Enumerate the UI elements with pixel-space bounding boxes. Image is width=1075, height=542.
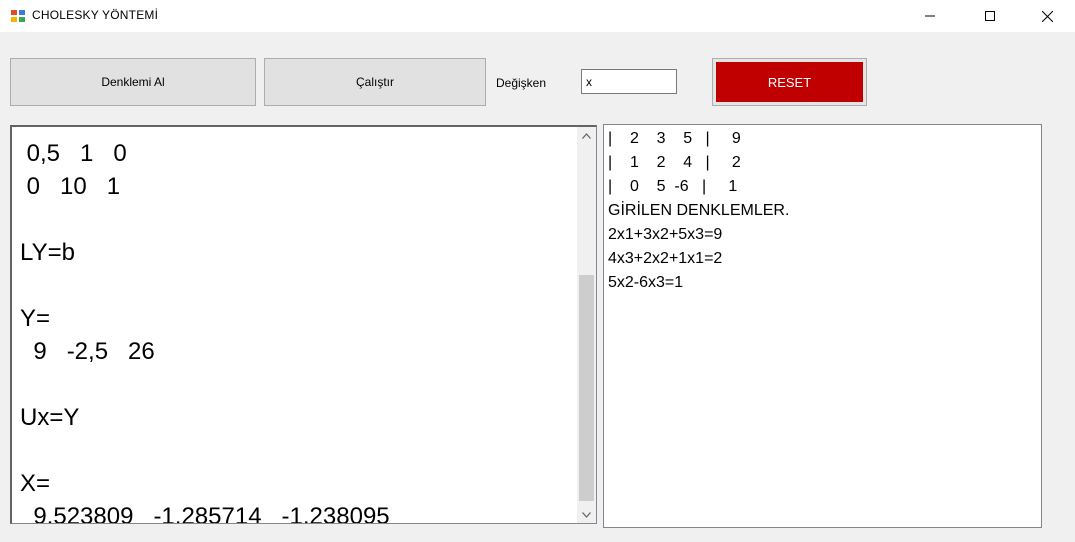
maximize-button[interactable] [967,0,1013,32]
window-title: CHOLESKY YÖNTEMİ [32,8,159,22]
input-line: 4x3+2x2+1x1=2 [608,250,723,267]
input-line: 2x1+3x2+5x3=9 [608,226,723,243]
run-button[interactable]: Çalıştır [264,58,486,106]
input-text: | 2 3 5 | 9 | 1 2 4 | 2 | 0 5 -6 | 1 GİRİLE… [608,127,789,295]
output-line: 0 10 1 [20,173,121,200]
input-line: | 1 2 4 | 2 [608,154,741,171]
output-line: 9,523809 -1,285714 -1,238095 [20,503,390,524]
variable-input[interactable] [581,69,677,94]
minimize-button[interactable] [907,0,953,32]
chevron-down-icon [582,511,591,518]
minimize-icon [925,15,935,17]
reset-button-frame[interactable]: RESET [712,58,867,106]
output-textbox[interactable]: 0,5 1 0 0 10 1 LY=b Y= 9 -2,5 26 Ux=Y X=… [10,125,597,524]
app-icon [10,9,26,23]
scroll-thumb[interactable] [579,275,594,501]
output-line: X= [20,470,51,497]
output-text: 0,5 1 0 0 10 1 LY=b Y= 9 -2,5 26 Ux=Y X=… [20,137,390,524]
output-line: Y= [20,305,51,332]
maximize-icon [985,11,995,21]
chevron-up-icon [582,132,591,139]
output-line: 0,5 1 0 [20,140,127,167]
input-line: | 0 5 -6 | 1 [608,178,738,195]
reset-button[interactable]: RESET [716,62,863,102]
input-line: GİRİLEN DENKLEMLER. [608,202,790,219]
close-icon [1041,10,1053,22]
output-line: LY=b [20,239,75,266]
title-bar: CHOLESKY YÖNTEMİ [0,0,1075,32]
close-button[interactable] [1024,0,1070,32]
input-textbox[interactable]: | 2 3 5 | 9 | 1 2 4 | 2 | 0 5 -6 | 1 GİRİLE… [603,124,1042,528]
get-equation-button[interactable]: Denklemi Al [10,58,256,106]
variable-label: Değişken [496,76,547,90]
scroll-up-button[interactable] [577,127,596,144]
output-line: 9 -2,5 26 [20,338,155,365]
output-line: Ux=Y [20,404,80,431]
input-line: | 2 3 5 | 9 [608,130,741,147]
scroll-down-button[interactable] [577,506,596,523]
output-scrollbar[interactable] [577,127,596,523]
input-line: 5x2-6x3=1 [608,274,684,291]
